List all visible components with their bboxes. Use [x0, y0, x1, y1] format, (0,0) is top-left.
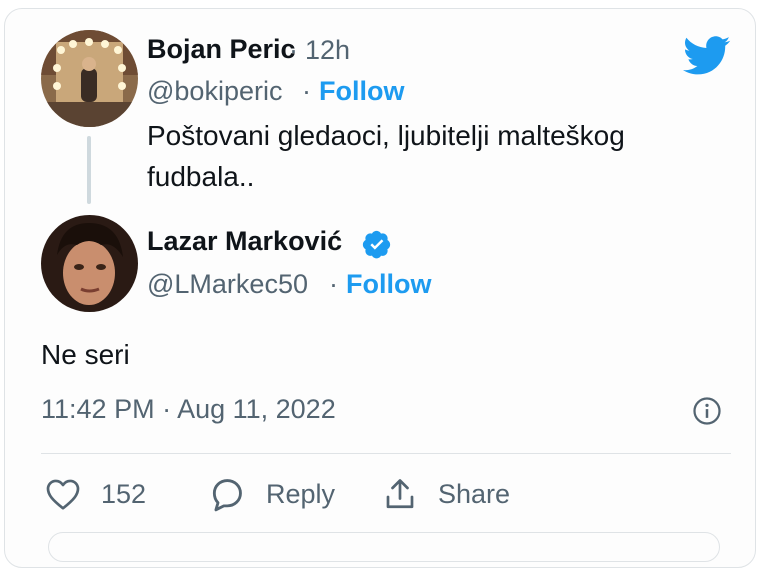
reply-label: Reply	[266, 478, 336, 509]
avatar-bojan[interactable]	[41, 30, 138, 127]
tweet-age[interactable]: 12h	[305, 35, 350, 66]
share-icon	[386, 479, 414, 509]
tweet-timestamp[interactable]: 11:42 PM · Aug 11, 2022	[41, 394, 336, 425]
author-name-lazar[interactable]: Lazar Marković	[147, 226, 342, 257]
reply-tweet-text: Ne seri	[41, 339, 130, 370]
divider	[41, 453, 731, 454]
separator-dot: ·	[329, 269, 338, 299]
heart-icon	[46, 479, 80, 510]
follow-button-lazar[interactable]: Follow	[346, 269, 431, 300]
like-button[interactable]: 152	[45, 472, 146, 516]
separator-dot: ·	[302, 76, 311, 106]
twitter-bird-icon[interactable]	[683, 36, 731, 81]
read-replies-button[interactable]	[48, 532, 720, 562]
like-count: 152	[101, 478, 147, 509]
reply-button[interactable]: Reply	[208, 472, 335, 516]
avatar-lazar[interactable]	[41, 215, 138, 312]
share-label: Share	[438, 478, 511, 509]
handle-lmarkec50[interactable]: @LMarkec50	[147, 269, 308, 300]
handle-bokiperic[interactable]: @bokiperic	[147, 76, 282, 107]
info-icon[interactable]	[692, 396, 722, 431]
comment-icon	[212, 479, 242, 512]
follow-button-bojan[interactable]: Follow	[319, 76, 404, 107]
author-name-bojan[interactable]: Bojan Peric	[147, 34, 296, 65]
verified-badge-icon	[362, 229, 392, 264]
separator-dot: ·	[289, 35, 298, 65]
thread-connector	[87, 136, 91, 204]
share-button[interactable]: Share	[382, 472, 510, 516]
quoted-tweet-text: Poštovani gledaoci, ljubitelji malteškog…	[147, 120, 625, 192]
